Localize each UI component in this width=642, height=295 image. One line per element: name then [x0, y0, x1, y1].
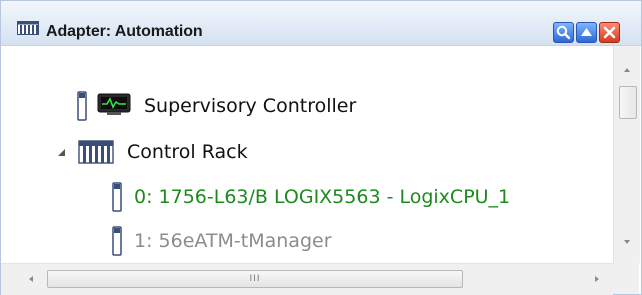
- search-button[interactable]: [553, 22, 574, 43]
- module-slot-icon: [77, 91, 87, 121]
- vertical-scrollbar[interactable]: [613, 46, 640, 263]
- controller-icon: [97, 93, 131, 115]
- x-icon: [603, 26, 616, 39]
- rack-icon: [17, 21, 39, 35]
- scroll-down-arrow-icon[interactable]: [624, 240, 630, 244]
- adapter-panel: Adapter: Automation Supervisory Controll…: [0, 0, 642, 295]
- scroll-grip: III: [249, 274, 261, 284]
- vertical-scroll-thumb[interactable]: [619, 86, 637, 119]
- scrollbar-corner: [613, 263, 639, 294]
- tree-item-supervisory-controller[interactable]: Supervisory Controller: [1, 91, 613, 121]
- horizontal-scroll-thumb[interactable]: III: [47, 270, 463, 288]
- device-tree: Supervisory Controller Control Rack 0: 1…: [1, 46, 613, 262]
- magnifier-icon: [556, 25, 571, 40]
- tree-item-label: Supervisory Controller: [144, 95, 357, 117]
- expanded-triangle-icon[interactable]: [57, 148, 66, 157]
- triangle-up-icon: [581, 28, 592, 36]
- tree-item-atm-manager[interactable]: 1: 56eATM-tManager: [1, 226, 613, 256]
- window-title: Adapter: Automation: [46, 23, 203, 40]
- scroll-up-arrow-icon[interactable]: [624, 68, 630, 72]
- horizontal-scrollbar[interactable]: III: [1, 263, 613, 295]
- tree-item-label: 1: 56eATM-tManager: [134, 230, 332, 252]
- scroll-left-arrow-icon[interactable]: [29, 276, 33, 282]
- close-button[interactable]: [599, 22, 620, 43]
- tree-item-control-rack[interactable]: Control Rack: [1, 137, 613, 167]
- title-bar: Adapter: Automation: [1, 1, 641, 46]
- module-icon: [112, 226, 122, 256]
- tree-item-label: 0: 1756-L63/B LOGIX5563 - LogixCPU_1: [134, 186, 511, 208]
- module-icon: [112, 182, 122, 212]
- scroll-right-arrow-icon[interactable]: [595, 276, 599, 282]
- tree-item-logix-cpu[interactable]: 0: 1756-L63/B LOGIX5563 - LogixCPU_1: [1, 182, 613, 212]
- tree-item-label: Control Rack: [127, 141, 248, 163]
- collapse-button[interactable]: [576, 22, 597, 43]
- rack-icon: [78, 140, 114, 164]
